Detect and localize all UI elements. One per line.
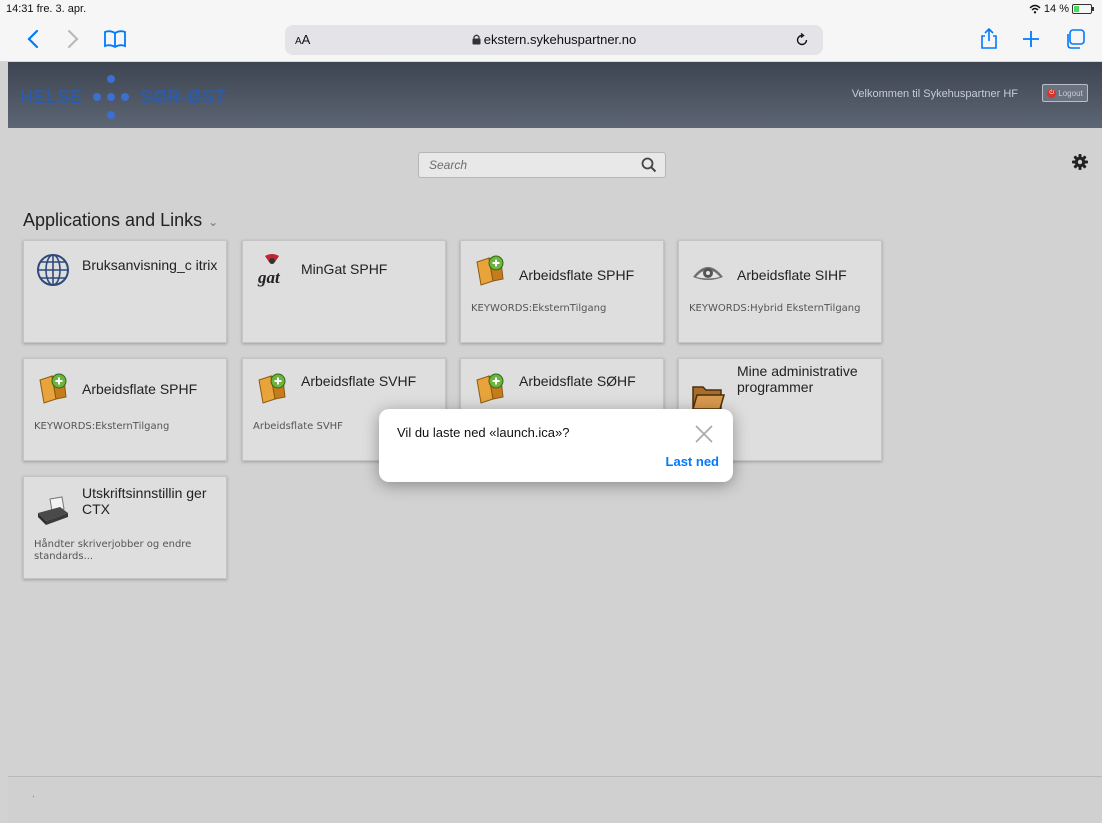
tile-keywords: KEYWORDS:EksternTilgang [471, 303, 607, 314]
tile-title: MinGat SPHF [301, 261, 388, 277]
plus-icon [1023, 31, 1039, 47]
tile-title: Bruksanvisning_c itrix [82, 257, 218, 273]
app-tile-mingat-sphf[interactable]: gat MinGat SPHF [242, 240, 446, 343]
status-date: fre. 3. apr. [36, 3, 87, 15]
close-icon [695, 425, 713, 443]
gear-icon[interactable] [1072, 154, 1088, 170]
address-bar[interactable]: AA ekstern.sykehuspartner.no [285, 25, 823, 55]
section-title[interactable]: Applications and Links ⌄ [23, 210, 218, 231]
download-dialog: Vil du laste ned «launch.ica»? Last ned [379, 409, 733, 482]
tile-title: Mine administrative programmer [737, 363, 858, 395]
wifi-icon [1029, 4, 1041, 14]
svg-text:gat: gat [257, 268, 281, 287]
printer-icon [36, 495, 70, 529]
tile-keywords: Håndter skriverjobber og endre standards… [34, 539, 192, 562]
citrix-app-icon [473, 371, 507, 405]
lock-icon [472, 34, 481, 45]
logo-dots-icon [89, 75, 135, 119]
app-tile-arbeidsflate-sphf-2[interactable]: Arbeidsflate SPHF KEYWORDS:EksternTilgan… [23, 358, 227, 461]
battery-percent: 14 % [1043, 3, 1069, 15]
battery-icon [1072, 4, 1094, 14]
url-text: ekstern.sykehuspartner.no [483, 32, 637, 47]
search-input[interactable] [419, 153, 639, 177]
app-tile-utskriftsinnstillinger-ctx[interactable]: Utskriftsinnstillin ger CTX Håndter skri… [23, 476, 227, 579]
helse-sor-ost-logo[interactable]: HELSE SØR-ØST [20, 75, 226, 119]
dialog-message: Vil du laste ned «launch.ica»? [397, 425, 570, 440]
dialog-close-button[interactable] [693, 423, 715, 445]
tile-title: Arbeidsflate SIHF [737, 267, 847, 283]
chevron-left-icon [27, 29, 39, 49]
browser-toolbar: AA ekstern.sykehuspartner.no [0, 18, 1102, 62]
logout-button[interactable]: ⏻ Logout [1042, 84, 1088, 102]
status-time: 14:31 [6, 3, 34, 15]
tabs-button[interactable] [1060, 24, 1090, 54]
app-tile-arbeidsflate-sihf[interactable]: Arbeidsflate SIHF KEYWORDS:Hybrid Ekster… [678, 240, 882, 343]
portal-header: HELSE SØR-ØST Velkommen til Sykehuspartn… [8, 62, 1102, 128]
page-footer: . [8, 776, 1102, 823]
new-tab-button[interactable] [1016, 24, 1046, 54]
tile-keywords: KEYWORDS:EksternTilgang [34, 421, 170, 432]
power-icon: ⏻ [1047, 88, 1057, 98]
status-bar: 14:31 fre. 3. apr. 14 % [0, 0, 1102, 18]
download-button[interactable]: Last ned [666, 454, 719, 469]
citrix-app-icon [255, 371, 289, 405]
book-icon [104, 30, 126, 49]
search-box [418, 152, 666, 178]
back-button[interactable] [18, 24, 48, 54]
eye-logo-icon [691, 253, 725, 287]
forward-button[interactable] [58, 24, 88, 54]
reload-button[interactable] [787, 25, 817, 55]
search-icon[interactable] [641, 157, 657, 173]
tile-title: Arbeidsflate SPHF [519, 267, 635, 283]
tile-title: Arbeidsflate SPHF [82, 381, 198, 397]
tabs-icon [1067, 29, 1085, 49]
globe-icon [36, 253, 70, 287]
share-icon [981, 28, 997, 49]
tile-keywords: KEYWORDS:Hybrid EksternTilgang [689, 303, 861, 314]
reload-icon [796, 33, 808, 46]
app-tile-bruksanvisning-citrix[interactable]: Bruksanvisning_c itrix [23, 240, 227, 343]
citrix-app-icon [473, 253, 507, 287]
tile-title: Utskriftsinnstillin ger CTX [82, 485, 207, 517]
welcome-text: Velkommen til Sykehuspartner HF [851, 88, 1018, 100]
tile-title: Arbeidsflate SØHF [519, 373, 636, 389]
chevron-down-icon: ⌄ [208, 215, 219, 229]
tile-title: Arbeidsflate SVHF [301, 373, 417, 389]
citrix-app-icon [36, 371, 70, 405]
footer-text: . [32, 789, 35, 800]
app-tile-arbeidsflate-sphf[interactable]: Arbeidsflate SPHF KEYWORDS:EksternTilgan… [460, 240, 664, 343]
chevron-right-icon [67, 29, 79, 49]
share-button[interactable] [974, 24, 1004, 54]
bookmarks-button[interactable] [100, 24, 130, 54]
gat-logo-icon: gat [255, 253, 289, 287]
